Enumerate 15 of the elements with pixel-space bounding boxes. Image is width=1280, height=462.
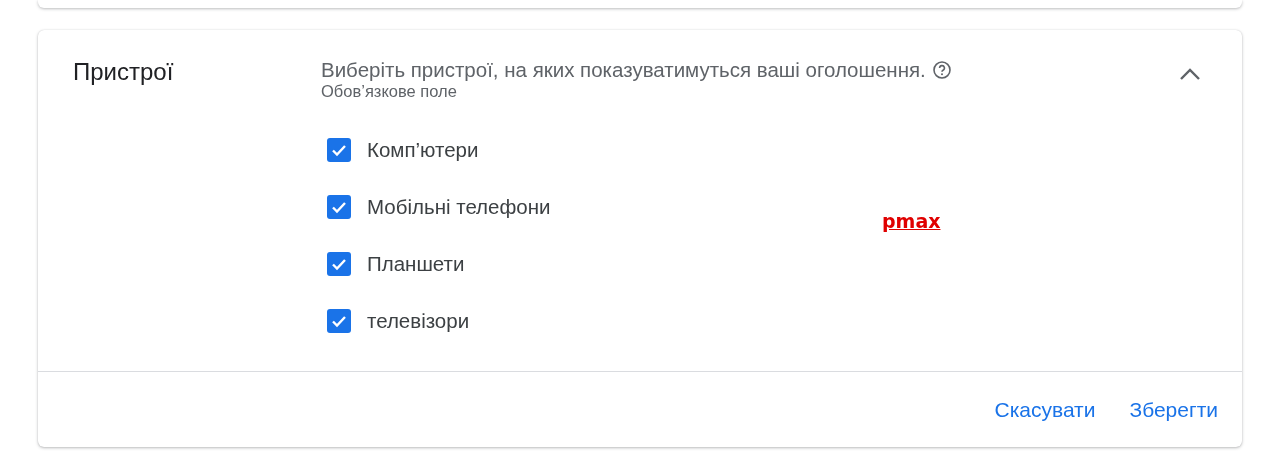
annotation-text: pmax bbox=[882, 210, 941, 232]
section-title: Пристрої bbox=[73, 58, 175, 87]
checkbox-label: телевізори bbox=[367, 308, 470, 333]
checkbox[interactable] bbox=[327, 308, 351, 333]
help-icon[interactable] bbox=[931, 60, 952, 80]
required-note: Обов’язкове поле bbox=[321, 82, 458, 101]
cancel-button[interactable]: Скасувати bbox=[984, 389, 1106, 430]
save-button[interactable]: Зберегти bbox=[1119, 389, 1228, 430]
checkbox[interactable] bbox=[327, 137, 351, 162]
checkbox-label: Мобільні телефони bbox=[367, 194, 551, 219]
checkbox[interactable] bbox=[327, 194, 351, 219]
checkbox-label: Планшети bbox=[367, 251, 465, 276]
section-description: Виберіть пристрої, на яких показуватимуться ваші оголошення. bbox=[321, 58, 926, 82]
checkbox[interactable] bbox=[327, 251, 351, 276]
checkbox-label: Комп’ютери bbox=[367, 137, 479, 162]
